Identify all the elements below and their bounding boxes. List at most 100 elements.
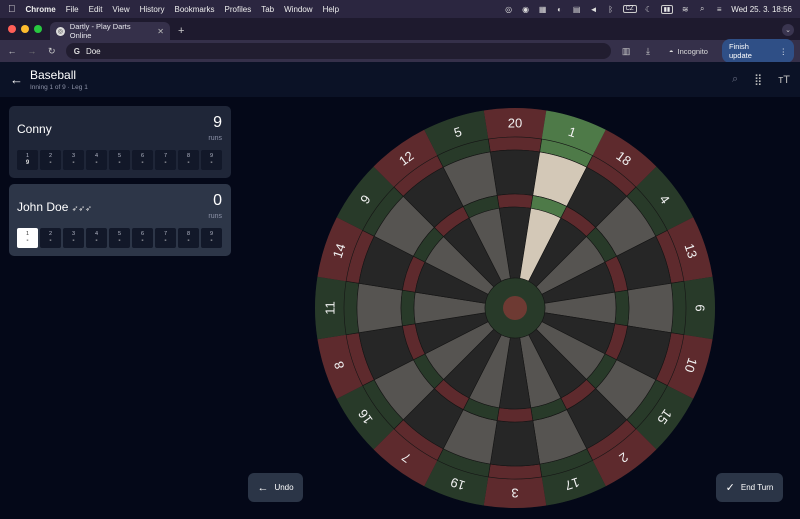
status-icon-4[interactable]: ◐ <box>555 5 565 14</box>
finish-update-label: Finish update <box>728 42 752 60</box>
text-size-icon[interactable]: ᴛT <box>778 74 790 86</box>
macos-menu-bar:  Chrome File Edit View History Bookmark… <box>0 0 800 18</box>
segment-20-outer-single[interactable] <box>489 149 541 196</box>
back-arrow-icon[interactable]: ← <box>10 72 30 87</box>
player-score-unit: runs <box>208 135 222 142</box>
segment-6-outer-single[interactable] <box>627 282 674 334</box>
menu-file[interactable]: File <box>66 5 79 14</box>
zoom-window-button[interactable] <box>34 25 42 33</box>
inning-cell: 6- <box>132 228 153 248</box>
inning-cell: 6- <box>132 150 153 170</box>
download-icon[interactable]: ⤓ <box>641 46 655 57</box>
keyboard-icon[interactable]: CZ <box>622 5 637 13</box>
segment-6-triple[interactable] <box>614 289 630 327</box>
player-card-john-doe: John Doe ➶➶➶ 0 runs 1- 2- 3- 4- 5- 6- 7-… <box>9 184 231 256</box>
menu-bookmarks[interactable]: Bookmarks <box>175 5 215 14</box>
menu-window[interactable]: Window <box>284 5 312 14</box>
inning-cell: 7- <box>155 150 176 170</box>
browser-tab[interactable]: ◎ Dartly - Play Darts Online ✕ <box>50 22 170 40</box>
bullseye[interactable] <box>503 296 527 320</box>
segment-3-outer-single[interactable] <box>489 420 541 467</box>
reload-icon[interactable]: ↻ <box>46 46 58 57</box>
menu-clock[interactable]: Wed 25. 3. 18:56 <box>731 5 792 14</box>
app-bar: ← Baseball Inning 1 of 9 · Leg 1 ⌕ ⣿ ᴛT <box>0 62 800 97</box>
inning-cell: 5- <box>109 150 130 170</box>
bluetooth-icon[interactable]: ᛒ <box>606 5 616 14</box>
status-icon-2[interactable]: ◉ <box>521 5 531 14</box>
inning-cell: 7- <box>155 228 176 248</box>
darts-remaining-icon: ➶➶➶ <box>71 204 92 213</box>
inning-cell: 8- <box>178 228 199 248</box>
apple-menu-icon[interactable]:  <box>8 4 16 15</box>
menu-edit[interactable]: Edit <box>89 5 103 14</box>
close-window-button[interactable] <box>8 25 16 33</box>
player-score-unit: runs <box>208 213 222 220</box>
segment-11-triple[interactable] <box>400 289 416 327</box>
browser-toolbar: ← → ↻ G Doe ▥ ⤓ ◓ Incognito Finish updat… <box>0 39 800 63</box>
segment-number-label: 11 <box>323 301 338 315</box>
undo-label: Undo <box>274 483 294 492</box>
segment-number-label: 20 <box>508 116 522 131</box>
address-text: Doe <box>85 46 101 56</box>
search-icon[interactable]: ⌕ <box>732 73 738 86</box>
side-panel-icon[interactable]: ▥ <box>619 46 633 57</box>
inning-cell: 19 <box>17 150 38 170</box>
dartboard[interactable]: 2011841361015217319716811149125 <box>313 106 717 510</box>
minimize-window-button[interactable] <box>21 25 29 33</box>
google-icon: G <box>73 46 80 56</box>
control-center-icon[interactable]: ≡ <box>714 5 724 14</box>
wifi-icon[interactable]: ≋ <box>680 5 690 14</box>
player-score: 9 <box>213 114 222 131</box>
menu-app-name[interactable]: Chrome <box>26 5 56 14</box>
status-icon-1[interactable]: ◎ <box>504 5 514 14</box>
incognito-icon: ◓ <box>668 46 674 56</box>
menu-tab[interactable]: Tab <box>261 5 274 14</box>
player-name: Conny <box>17 122 52 136</box>
status-icon-3[interactable]: ▦ <box>538 5 548 14</box>
new-tab-icon[interactable]: + <box>170 25 192 40</box>
address-bar[interactable]: G Doe <box>65 43 612 59</box>
inning-cell: 5- <box>109 228 130 248</box>
status-icon-5[interactable]: ▤ <box>572 5 582 14</box>
inning-cell: 3- <box>63 150 84 170</box>
segment-number-label: 6 <box>693 304 708 311</box>
inning-cell: 9- <box>201 228 222 248</box>
menu-view[interactable]: View <box>112 5 129 14</box>
battery-icon[interactable]: ▮▮ <box>660 4 674 14</box>
incognito-indicator[interactable]: ◓ Incognito <box>663 47 714 56</box>
inning-cell: 2- <box>40 150 61 170</box>
inning-cell: 4- <box>86 228 107 248</box>
tab-title: Dartly - Play Darts Online <box>69 22 131 40</box>
inning-cell: 3- <box>63 228 84 248</box>
back-arrow-icon[interactable]: ← <box>6 46 18 56</box>
tab-close-icon[interactable]: ✕ <box>157 27 164 36</box>
inning-cell: 9- <box>201 150 222 170</box>
inning-cell-current: 1- <box>17 228 38 248</box>
volume-icon[interactable]: ◄ <box>589 5 599 14</box>
menu-help[interactable]: Help <box>323 5 339 14</box>
inning-cell: 2- <box>40 228 61 248</box>
end-turn-label: End Turn <box>740 483 774 492</box>
tab-search-icon[interactable]: ⌄ <box>782 24 794 36</box>
player-card-conny: Conny 9 runs 19 2- 3- 4- 5- 6- 7- 8- 9- <box>9 106 231 178</box>
page-subtitle: Inning 1 of 9 · Leg 1 <box>30 84 88 91</box>
dart-favicon-icon: ◎ <box>56 26 65 36</box>
segment-3-triple[interactable] <box>496 407 534 423</box>
segment-11-outer-single[interactable] <box>356 282 403 334</box>
menu-history[interactable]: History <box>140 5 165 14</box>
menu-profiles[interactable]: Profiles <box>225 5 252 14</box>
undo-button[interactable]: ← Undo <box>248 473 303 502</box>
forward-arrow-icon[interactable]: → <box>26 46 38 56</box>
moon-icon[interactable]: ☾ <box>644 5 654 14</box>
page-title: Baseball <box>30 68 77 82</box>
incognito-label: Incognito <box>677 46 708 56</box>
spotlight-icon[interactable]: ⌕ <box>697 4 707 14</box>
more-vert-icon: ⋮ <box>779 46 788 56</box>
tab-strip: ◎ Dartly - Play Darts Online ✕ + ⌄ <box>0 18 800 40</box>
keypad-icon[interactable]: ⣿ <box>754 73 762 86</box>
end-turn-button[interactable]: ✓ End Turn <box>716 473 783 502</box>
segment-20-triple[interactable] <box>496 193 534 209</box>
arrow-left-icon: ← <box>257 481 269 494</box>
finish-update-button[interactable]: Finish update ⋮ <box>721 39 795 63</box>
inning-cell: 8- <box>178 150 199 170</box>
